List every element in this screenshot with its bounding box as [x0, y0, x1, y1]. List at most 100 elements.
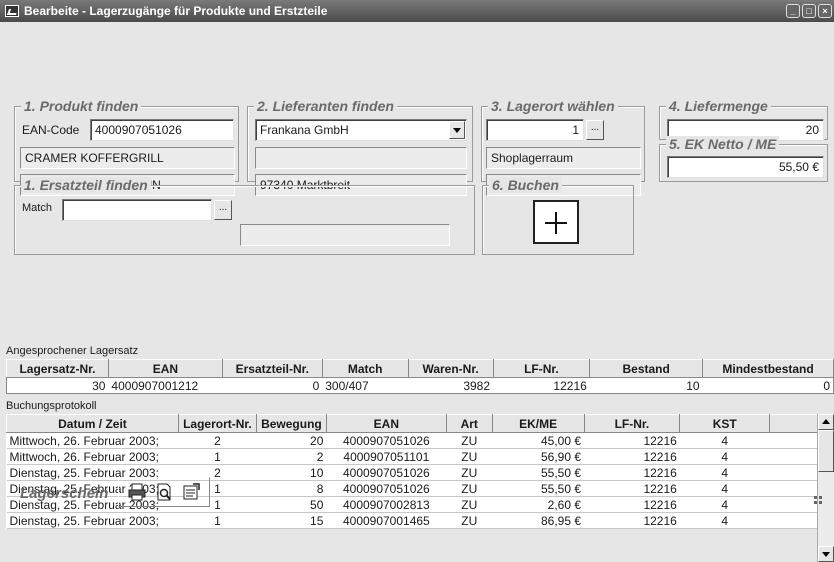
table-cell: Mittwoch, 26. Februar 2003;: [6, 432, 179, 449]
column-header[interactable]: Bewegung: [255, 414, 327, 433]
produkt-legend: 1. Produkt finden: [21, 98, 142, 114]
window-title: Bearbeite - Lagerzugänge für Produkte un…: [24, 4, 328, 18]
protokoll-table: Datum / Zeit Lagerort-Nr. Bewegung EAN A…: [6, 414, 818, 529]
resize-grip-icon[interactable]: [812, 492, 826, 506]
ersatzteil-lookup-button[interactable]: ...: [214, 200, 232, 220]
table-cell: 56,90 €: [492, 448, 585, 465]
table-cell: 1: [178, 448, 257, 465]
table-cell: 50: [256, 496, 327, 513]
table-cell: [769, 496, 818, 513]
table-cell: 4000907001212: [111, 378, 199, 393]
scroll-up-icon[interactable]: [818, 414, 834, 430]
table-cell: 4000907002813: [326, 496, 447, 513]
table-cell: ZU: [446, 496, 493, 513]
column-header[interactable]: Waren-Nr.: [407, 359, 494, 378]
table-cell: 4000907001465: [326, 512, 447, 529]
column-header[interactable]: EK/ME: [491, 414, 585, 433]
lagersatz-table: Lagersatz-Nr. EAN Ersatzteil-Nr. Match W…: [6, 359, 834, 394]
table-cell: [769, 512, 818, 529]
column-header[interactable]: LF-Nr.: [583, 414, 681, 433]
table-cell: 30: [92, 378, 106, 393]
column-header[interactable]: Mindestbestand: [702, 359, 834, 378]
table-cell: [769, 432, 818, 449]
column-header[interactable]: Bestand: [589, 359, 704, 378]
produkt-group: 1. Produkt finden: [14, 98, 239, 182]
table-row[interactable]: Mittwoch, 26. Februar 2003; 1 2 40009070511…: [6, 448, 818, 465]
table-cell: 8: [256, 480, 327, 497]
scroll-down-icon[interactable]: [818, 546, 834, 562]
table-cell: 4: [679, 512, 770, 529]
close-icon[interactable]: ×: [818, 4, 832, 18]
app-icon: [5, 5, 19, 17]
column-header[interactable]: EAN: [107, 359, 223, 378]
protokoll-header-row: Datum / Zeit Lagerort-Nr. Bewegung EAN A…: [6, 414, 818, 433]
table-cell: 0: [312, 378, 320, 393]
table-cell: 20: [256, 432, 327, 449]
table-cell: 2,60 €: [492, 496, 585, 513]
table-row[interactable]: Mittwoch, 26. Februar 2003; 2 20 4000907051…: [6, 432, 818, 449]
column-header[interactable]: LF-Nr.: [492, 359, 591, 378]
table-cell: 4000907051026: [326, 432, 447, 449]
table-cell: 300/407: [325, 378, 369, 393]
table-cell: ZU: [446, 512, 493, 529]
chevron-down-icon[interactable]: [449, 121, 465, 139]
lagerschein-label: Lagerschein: [20, 485, 109, 502]
buchen-button[interactable]: [533, 200, 579, 244]
export-icon[interactable]: [181, 482, 201, 502]
lagersatz-header-row: Lagersatz-Nr. EAN Ersatzteil-Nr. Match W…: [6, 359, 834, 378]
scroll-thumb[interactable]: [818, 430, 834, 472]
table-cell: ZU: [446, 448, 493, 465]
column-header[interactable]: Ersatzteil-Nr.: [221, 359, 323, 378]
lagerort-group: 3. Lagerort wählen: [481, 98, 645, 182]
table-cell: 12216: [584, 480, 680, 497]
table-cell: 12216: [584, 512, 680, 529]
ersatzteil-result: [240, 224, 450, 246]
column-header[interactable]: [769, 414, 818, 433]
column-header[interactable]: Datum / Zeit: [6, 414, 179, 433]
column-header[interactable]: Lagersatz-Nr.: [6, 359, 109, 378]
ean-label: EAN-Code: [22, 123, 80, 137]
lagerort-lookup-button[interactable]: ...: [586, 120, 604, 140]
liefermenge-legend: 4. Liefermenge: [666, 98, 771, 114]
lagerort-legend: 3. Lagerort wählen: [488, 98, 618, 114]
printer-icon[interactable]: [127, 482, 147, 502]
match-input[interactable]: [62, 199, 212, 221]
column-header[interactable]: EAN: [325, 414, 447, 433]
table-cell: 4: [679, 464, 770, 481]
column-header[interactable]: Lagerort-Nr.: [177, 414, 257, 433]
column-header[interactable]: Art: [445, 414, 493, 433]
protokoll-scrollbar[interactable]: [817, 414, 834, 562]
table-cell: 4000907051026: [326, 480, 447, 497]
lagerschein-toolbar: [118, 477, 210, 507]
lieferant-select[interactable]: Frankana GmbH: [255, 119, 467, 141]
lieferant-selected: Frankana GmbH: [260, 123, 349, 137]
print-preview-icon[interactable]: [154, 482, 174, 502]
table-cell: 4000907051101: [326, 448, 447, 465]
match-label: Match: [22, 202, 52, 214]
ek-netto-legend: 5. EK Netto / ME: [666, 136, 780, 152]
lieferant-group: 2. Lieferanten finden: [247, 98, 473, 182]
column-header[interactable]: KST: [679, 414, 771, 433]
minimize-icon[interactable]: _: [786, 4, 800, 18]
table-row[interactable]: 30 4000907001212 0 300/407 3982 12216 10…: [7, 378, 834, 394]
table-cell: 1: [178, 512, 257, 529]
table-cell: 55,50 €: [492, 464, 585, 481]
ek-netto-input[interactable]: 55,50 €: [667, 156, 824, 178]
table-row[interactable]: Dienstag, 25. Februar 2003; 1 15 4000907001…: [6, 512, 818, 529]
table-cell: ZU: [446, 464, 493, 481]
table-cell: 2: [256, 448, 327, 465]
table-cell: 4: [679, 496, 770, 513]
table-cell: [769, 480, 818, 497]
table-cell: ZU: [446, 480, 493, 497]
table-cell: ZU: [446, 432, 493, 449]
produkt-name-line1: CRAMER KOFFERGRILL: [20, 147, 235, 169]
window-controls: _ □ ×: [786, 4, 832, 18]
ean-input[interactable]: 4000907051026: [90, 119, 234, 141]
maximize-icon[interactable]: □: [802, 4, 816, 18]
table-cell: Mittwoch, 26. Februar 2003;: [6, 448, 179, 465]
lagerort-input[interactable]: 1: [486, 119, 584, 141]
table-cell: 4: [679, 432, 770, 449]
title-bar: Bearbeite - Lagerzugänge für Produkte un…: [0, 0, 834, 22]
table-cell: 2: [178, 432, 257, 449]
column-header[interactable]: Match: [321, 359, 409, 378]
